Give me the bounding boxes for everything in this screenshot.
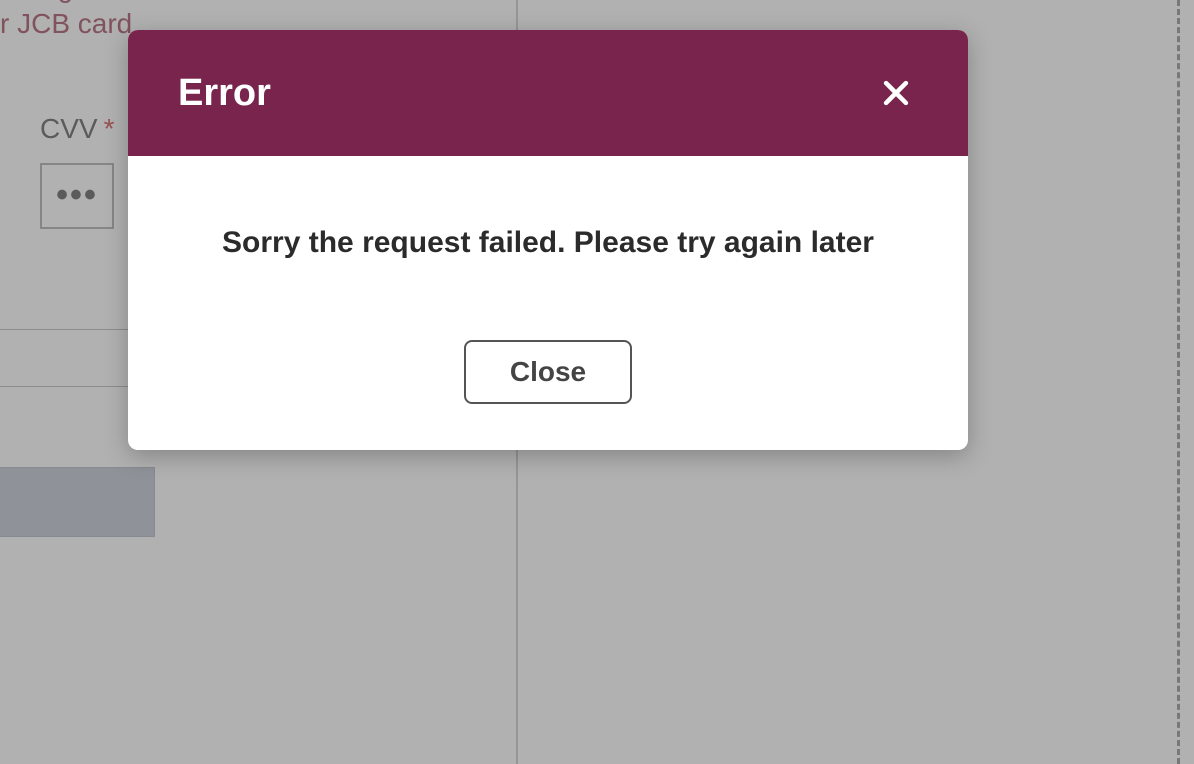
close-button[interactable]: Close	[464, 340, 632, 404]
close-button-label: Close	[510, 356, 586, 387]
modal-body: Sorry the request failed. Please try aga…	[128, 156, 968, 450]
modal-header: Error	[128, 30, 968, 156]
modal-message: Sorry the request failed. Please try aga…	[168, 226, 928, 260]
error-modal: Error Sorry the request failed. Please t…	[128, 30, 968, 450]
modal-title: Error	[178, 72, 271, 115]
close-icon[interactable]	[874, 71, 918, 115]
